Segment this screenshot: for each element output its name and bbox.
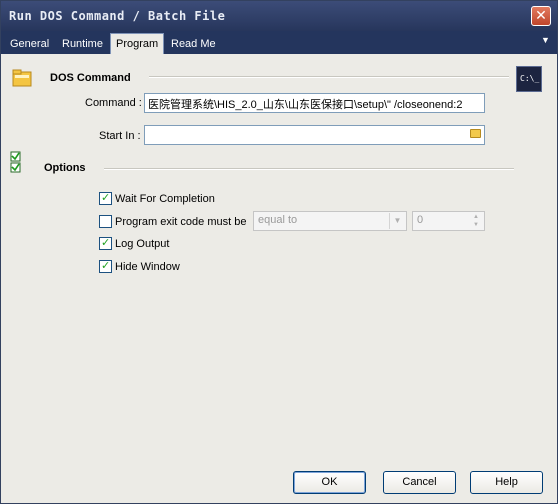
hide-window-label: Hide Window: [115, 261, 180, 273]
wait-for-completion-label: Wait For Completion: [115, 193, 215, 205]
tab-menu-icon[interactable]: ▼: [541, 35, 551, 45]
exit-code-value: 0: [417, 214, 424, 226]
dos-divider: [149, 76, 509, 78]
tab-runtime[interactable]: Runtime: [57, 34, 108, 54]
chevron-down-icon: ▼: [389, 213, 405, 229]
command-label: Command :: [85, 97, 142, 109]
options-heading: Options: [44, 162, 86, 174]
window-title: Run DOS Command / Batch File: [9, 9, 226, 23]
close-icon: ✕: [535, 7, 547, 23]
log-output-checkbox[interactable]: [99, 236, 112, 250]
dialog-window: Run DOS Command / Batch File ✕ General R…: [0, 0, 558, 504]
spin-down-icon[interactable]: ▼: [469, 221, 483, 229]
cancel-button[interactable]: Cancel: [383, 471, 456, 494]
help-button[interactable]: Help: [470, 471, 543, 494]
exit-code-stepper[interactable]: 0 ▲ ▼: [412, 211, 485, 231]
ok-button[interactable]: OK: [293, 471, 366, 494]
tab-general[interactable]: General: [5, 34, 54, 54]
dos-command-heading: DOS Command: [50, 72, 131, 84]
log-output-label: Log Output: [115, 238, 170, 250]
tab-read-me[interactable]: Read Me: [166, 34, 221, 54]
folder-section-icon: [12, 69, 32, 87]
tab-bar: General Runtime Program Read Me: [1, 31, 557, 54]
options-divider: [104, 168, 514, 170]
exit-compare-select[interactable]: equal to ▼: [253, 211, 407, 231]
exit-code-label: Program exit code must be: [115, 216, 247, 228]
start-in-label: Start In :: [99, 130, 141, 142]
command-prompt-icon: C:\_: [516, 66, 542, 92]
start-in-input[interactable]: [144, 125, 485, 145]
close-button[interactable]: ✕: [531, 6, 551, 26]
checklist-icon: [10, 151, 21, 173]
wait-for-completion-checkbox[interactable]: [99, 191, 112, 205]
exit-code-checkbox[interactable]: [99, 215, 112, 228]
command-input[interactable]: 医院管理系统\HIS_2.0_山东\山东医保接口\setup\" /closeo…: [144, 93, 485, 113]
browse-folder-icon[interactable]: [470, 129, 481, 138]
tab-program[interactable]: Program: [110, 33, 165, 54]
spin-up-icon[interactable]: ▲: [469, 213, 483, 221]
program-panel: DOS Command C:\_ Command : 医院管理系统\HIS_2.…: [2, 54, 556, 503]
hide-window-checkbox[interactable]: [99, 259, 112, 273]
exit-compare-value: equal to: [258, 214, 298, 226]
title-bar[interactable]: Run DOS Command / Batch File ✕: [1, 1, 557, 31]
